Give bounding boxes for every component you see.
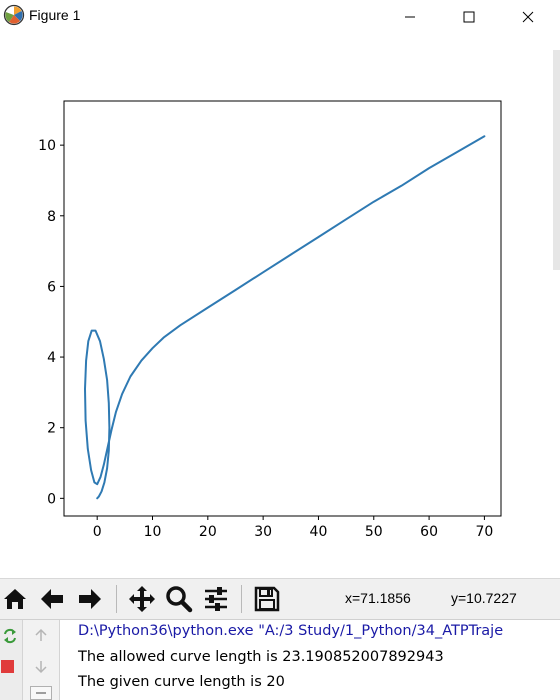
x-tick-label: 60	[420, 524, 438, 540]
toolbar-separator	[241, 585, 242, 613]
x-tick-label: 0	[93, 524, 102, 540]
scrollbar[interactable]	[553, 50, 560, 270]
maximize-icon	[463, 11, 475, 23]
pan-icon	[129, 586, 155, 612]
y-coordinate-readout: y=10.7227	[451, 590, 517, 606]
minimize-icon	[405, 16, 415, 18]
zoom-button[interactable]	[164, 583, 194, 615]
navigation-toolbar: x=71.1856 y=10.7227	[0, 578, 560, 620]
y-tick-label: 8	[47, 209, 56, 225]
figure-canvas[interactable]: 0 10 20 30 40 50 60 70 0 2 4 6 8 10	[0, 34, 553, 578]
save-button[interactable]	[252, 583, 282, 615]
forward-arrow-icon	[79, 589, 101, 609]
console-line-allowed-length: The allowed curve length is 23.190852007…	[78, 649, 444, 665]
y-tick-label: 2	[47, 421, 56, 437]
down-arrow-icon[interactable]	[34, 660, 48, 674]
collapse-icon[interactable]	[30, 686, 52, 700]
console-action-gutter	[0, 620, 23, 700]
plot-axes-frame	[63, 100, 502, 517]
toolbar-separator	[116, 585, 117, 613]
home-button[interactable]	[0, 583, 30, 615]
y-tick-label: 10	[38, 138, 56, 154]
stop-icon[interactable]	[1, 660, 15, 674]
configure-subplots-icon	[205, 587, 227, 611]
x-tick-label: 50	[365, 524, 383, 540]
window-title: Figure 1	[29, 7, 81, 23]
configure-subplots-button[interactable]	[201, 583, 231, 615]
x-tick-label: 40	[310, 524, 328, 540]
x-tick-label: 20	[199, 524, 217, 540]
save-icon	[254, 586, 280, 612]
matplotlib-logo-icon	[3, 4, 25, 26]
home-icon	[4, 589, 26, 609]
run-console: D:\Python36\python.exe "A:/3 Study/1_Pyt…	[0, 619, 560, 700]
forward-button[interactable]	[75, 583, 105, 615]
x-coordinate-readout: x=71.1856	[345, 590, 411, 606]
line-chart[interactable]: 0 10 20 30 40 50 60 70 0 2 4 6 8 10	[0, 34, 553, 578]
close-button[interactable]	[506, 0, 550, 34]
minimize-button[interactable]	[388, 0, 432, 34]
back-button[interactable]	[37, 583, 67, 615]
rerun-icon[interactable]	[2, 628, 18, 644]
back-arrow-icon	[41, 589, 63, 609]
y-tick-label: 0	[47, 491, 56, 507]
maximize-button[interactable]	[447, 0, 491, 34]
console-scroll-gutter	[23, 620, 60, 700]
up-arrow-icon[interactable]	[34, 628, 48, 642]
x-tick-label: 70	[475, 524, 493, 540]
y-tick-label: 4	[47, 350, 56, 366]
x-tick-label: 10	[144, 524, 162, 540]
close-icon	[522, 11, 534, 23]
title-bar: Figure 1	[0, 0, 560, 34]
console-line-given-length: The given curve length is 20	[78, 674, 285, 690]
pan-button[interactable]	[127, 583, 157, 615]
console-line-command: D:\Python36\python.exe "A:/3 Study/1_Pyt…	[78, 623, 504, 639]
x-tick-label: 30	[254, 524, 272, 540]
zoom-icon	[166, 586, 193, 613]
y-tick-label: 6	[47, 279, 56, 295]
